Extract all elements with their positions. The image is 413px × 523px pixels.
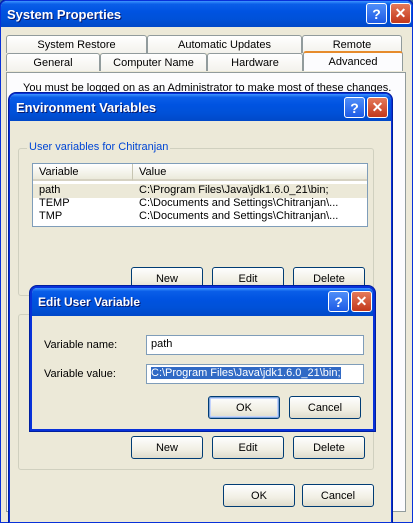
system-delete-button[interactable]: Delete [293,436,365,459]
edit-user-variable-titlebar[interactable]: Edit User Variable [32,288,373,316]
row-value: C:\Documents and Settings\Chitranjan\... [139,210,339,222]
help-icon[interactable]: ? [366,3,387,24]
system-properties-titlebar[interactable]: System Properties [1,1,412,27]
ok-button[interactable]: OK [223,484,295,507]
table-row[interactable]: TEMP C:\Documents and Settings\Chitranja… [33,197,367,211]
close-icon[interactable]: ✕ [367,97,388,118]
row-value: C:\Program Files\Java\jdk1.6.0_21\bin; [139,184,329,196]
table-row[interactable]: path C:\Program Files\Java\jdk1.6.0_21\b… [33,184,367,198]
system-edit-button[interactable]: Edit [212,436,284,459]
variable-name-label: Variable name: [44,339,118,351]
variable-value-field[interactable]: C:\Program Files\Java\jdk1.6.0_21\bin; [146,364,364,384]
edit-user-variable-dialog: Edit User Variable ? ✕ Variable name: pa… [30,286,375,431]
column-header-variable[interactable]: Variable [33,164,133,181]
user-variables-group-title: User variables for Chitranjan [27,141,171,153]
help-icon[interactable]: ? [344,97,365,118]
row-variable: TMP [39,210,63,222]
tab-general[interactable]: General [6,53,100,71]
column-header-value[interactable]: Value [133,164,367,181]
tab-computer-name[interactable]: Computer Name [100,53,207,71]
cancel-button[interactable]: Cancel [289,396,361,419]
help-icon[interactable]: ? [328,291,349,312]
close-icon[interactable]: ✕ [351,291,372,312]
system-new-button[interactable]: New [131,436,203,459]
row-value: C:\Documents and Settings\Chitranjan\... [139,197,339,209]
tab-advanced[interactable]: Advanced [303,51,403,71]
user-variables-list[interactable]: Variable Value path C:\Program Files\Jav… [32,163,368,227]
close-icon[interactable]: ✕ [390,3,411,24]
table-row[interactable]: TMP C:\Documents and Settings\Chitranjan… [33,210,367,224]
environment-variables-title: Environment Variables [16,100,157,115]
ok-button[interactable]: OK [208,396,280,419]
tab-system-restore[interactable]: System Restore [6,35,147,53]
tab-automatic-updates[interactable]: Automatic Updates [147,35,302,53]
environment-variables-titlebar[interactable]: Environment Variables [10,94,391,121]
row-variable: TEMP [39,197,70,209]
edit-user-variable-title: Edit User Variable [38,295,141,309]
system-properties-title: System Properties [7,6,122,22]
row-variable: path [39,184,61,196]
cancel-button[interactable]: Cancel [302,484,374,507]
tab-hardware[interactable]: Hardware [207,53,303,71]
variable-name-field[interactable]: path [146,335,364,355]
variable-value-label: Variable value: [44,368,116,380]
variable-value-selection: C:\Program Files\Java\jdk1.6.0_21\bin; [151,367,341,379]
